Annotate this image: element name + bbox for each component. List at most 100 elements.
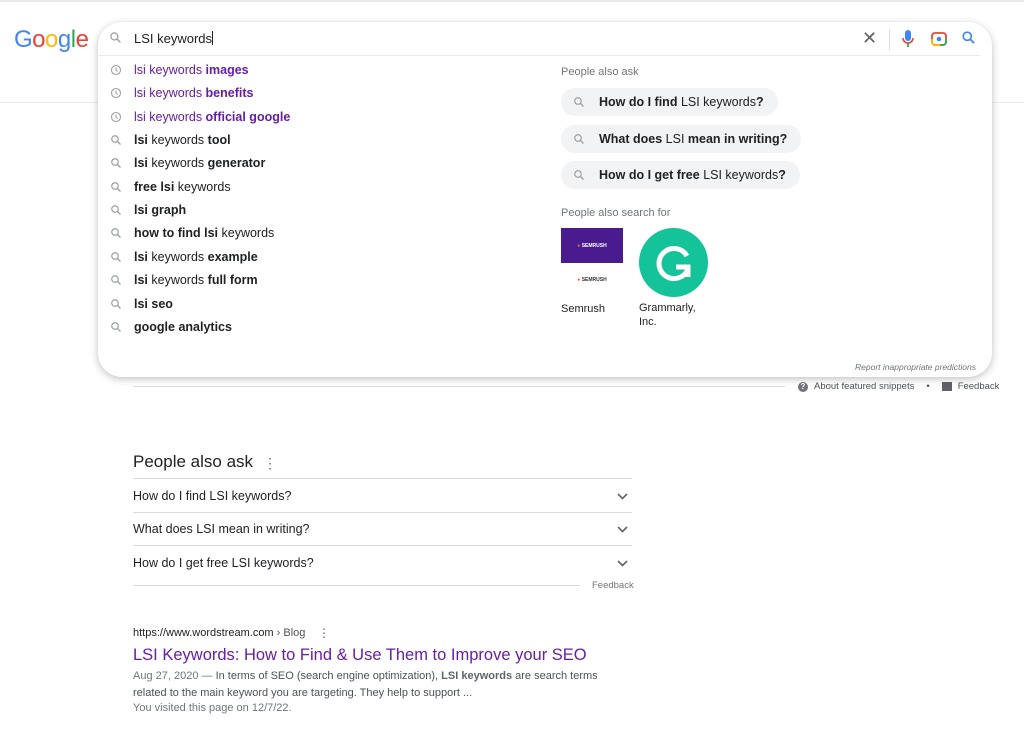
search-icon [110,157,134,169]
paa-title: People also ask [133,452,254,471]
text: keywords [147,133,208,148]
top-border [0,0,1024,2]
paa-feedback-link[interactable]: Feedback [592,580,634,591]
search-icon [110,227,134,239]
suggestion-text: lsi seo [134,297,173,311]
microphone-icon[interactable] [902,30,914,53]
text: keywords [147,156,208,171]
people-also-search-label: People also search for [561,207,671,219]
about-featured-snippets-link[interactable]: About featured snippets [814,381,914,392]
question-chip[interactable]: What does LSI mean in writing? [561,124,802,153]
search-icon [110,298,134,310]
bold-text: ? [755,95,764,109]
chevron-down-icon [617,489,628,503]
search-icon [110,251,134,263]
text: keywords [174,179,231,194]
camera-lens-icon[interactable] [931,31,947,51]
suggestion-item[interactable]: how to find lsi keywords [110,223,530,243]
text: lsi keywords [134,86,206,101]
suggestion-item[interactable]: lsi keywords images [110,60,530,80]
entity-grammarly[interactable]: Grammarly, Inc. [639,228,709,329]
bold-text: full form [207,273,258,288]
paa-question[interactable]: What does LSI mean in writing? [133,511,632,546]
search-bar[interactable]: LSI keywords ✕ [98,22,980,56]
result-breadcrumb: › Blog [273,627,306,639]
question-chip[interactable]: How do I get free LSI keywords? [561,161,800,189]
bold-text: official google [205,109,291,124]
suggestion-text: lsi keywords example [134,250,258,264]
suggestion-item[interactable]: lsi graph [110,200,530,220]
question-text: What does LSI mean in writing? [133,522,310,537]
search-input[interactable]: LSI keywords [134,31,214,46]
search-icon [573,169,585,181]
question-chip[interactable]: How do I find LSI keywords? [561,88,778,116]
feedback-link[interactable]: Feedback [958,381,1000,392]
suggestion-text: lsi keywords generator [134,156,265,170]
text: keywords [147,249,208,264]
bold-text: lsi [134,133,148,148]
suggestion-item[interactable]: lsi keywords example [110,247,530,267]
suggestion-text: lsi keywords tool [134,133,231,147]
entity-semrush[interactable]: ● SEMRUSH ● SEMRUSH Semrush [561,228,631,316]
bold-text: lsi seo [134,296,173,311]
search-icon [110,204,134,216]
snippet-footer: ? About featured snippets • Feedback [798,381,999,392]
bold-text: example [207,249,258,264]
google-logo[interactable]: Google [14,26,89,54]
question-text: How do I find LSI keywords? [133,488,292,503]
bold-text: how to find lsi [134,226,219,241]
bold-text: ? [778,168,786,182]
question-text: How do I get free LSI keywords? [133,555,314,570]
suggestion-item[interactable]: lsi seo [110,294,530,314]
people-also-ask-label: People also ask [561,66,639,78]
suggestion-item[interactable]: lsi keywords official google [110,107,530,127]
search-autocomplete-dropdown: LSI keywords ✕ lsi keywords images lsi ke… [98,22,992,377]
more-options-icon[interactable]: ⋮ [318,626,330,640]
help-icon[interactable]: ? [798,381,808,392]
search-icon [110,274,134,286]
more-options-icon[interactable]: ⋮ [263,455,277,472]
question-text: What does LSI mean in writing? [599,132,787,146]
report-predictions-link[interactable]: Report inappropriate predictions [855,362,976,372]
search-icon [573,133,585,145]
chevron-down-icon [617,522,628,536]
snippet-highlight: LSI keywords [441,670,513,682]
suggestion-text: lsi keywords full form [134,273,258,287]
snippet-text: In terms of SEO (search engine optimizat… [215,670,442,682]
grammarly-logo [639,228,708,297]
suggestion-text: lsi keywords images [134,63,249,77]
suggestion-item[interactable]: google analytics [110,317,530,337]
suggestion-text: lsi graph [134,203,186,217]
suggestion-item[interactable]: free lsi keywords [110,177,530,197]
text: keywords [218,226,275,241]
separator-dot: • [926,381,930,392]
clear-icon[interactable]: ✕ [862,29,877,47]
search-submit-icon[interactable] [961,30,976,50]
visited-note: You visited this page on 12/7/22. [133,702,292,714]
text: lsi keywords [134,63,206,77]
result-url[interactable]: https://www.wordstream.com › Blog [133,627,305,639]
bold-text: mean in writing? [684,131,788,146]
divider [133,386,785,387]
paa-question[interactable]: How do I find LSI keywords? [133,478,632,512]
bold-text: images [205,63,249,77]
history-clock-icon [110,87,134,99]
feedback-icon[interactable] [941,382,952,391]
suggestion-item[interactable]: lsi keywords full form [110,270,530,290]
suggestion-text: how to find lsi keywords [134,226,274,240]
chevron-down-icon [617,556,628,570]
bold-text: What does [599,131,666,146]
divider [133,585,580,586]
suggestion-item[interactable]: lsi keywords benefits [110,83,530,103]
search-icon [573,96,585,108]
suggestion-item[interactable]: lsi keywords tool [110,130,530,150]
result-title-link[interactable]: LSI Keywords: How to Find & Use Them to … [133,646,587,665]
suggestion-text: google analytics [134,320,232,334]
suggestion-item[interactable]: lsi keywords generator [110,153,530,173]
paa-question[interactable]: How do I get free LSI keywords? [133,545,632,579]
bold-text: google analytics [134,319,232,334]
history-clock-icon [110,64,134,76]
entity-name: Semrush [561,303,606,315]
bold-text: How do I find [599,95,681,109]
suggestion-text: lsi keywords official google [134,110,290,124]
